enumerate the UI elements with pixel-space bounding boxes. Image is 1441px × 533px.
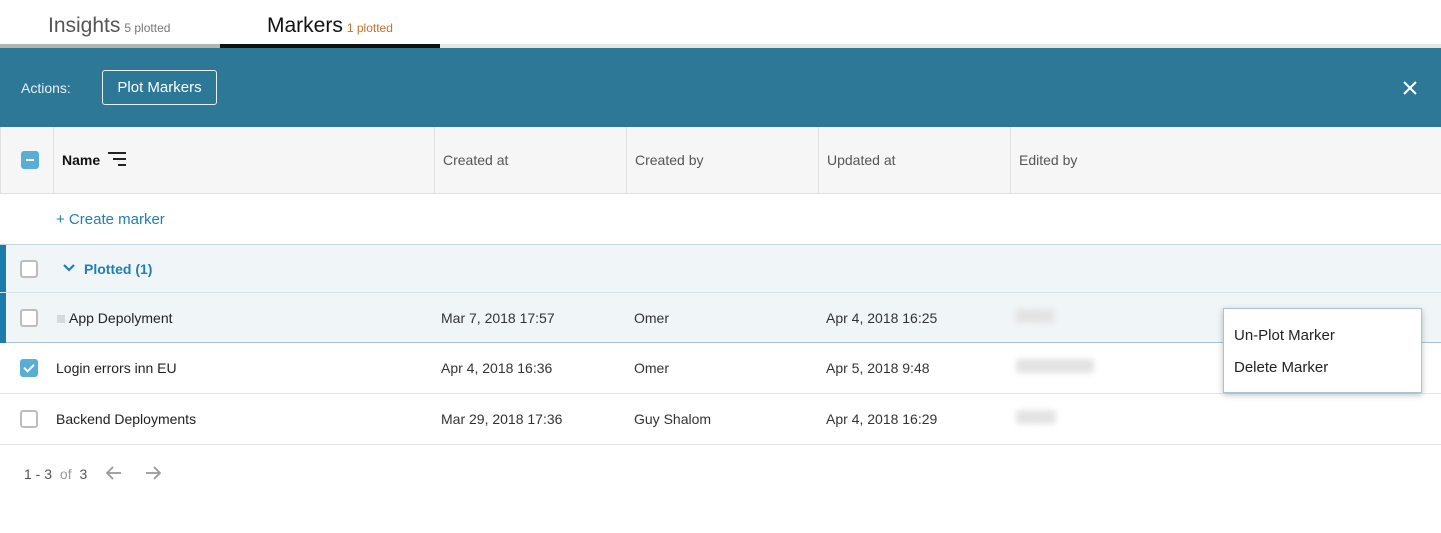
column-header-created-at[interactable]: Created at <box>434 127 627 194</box>
row-name: Login errors inn EU <box>56 360 177 376</box>
row-updated-at: Apr 5, 2018 9:48 <box>826 360 930 376</box>
pagination: 1 - 3 of 3 <box>24 466 162 482</box>
marker-color-swatch <box>57 315 65 323</box>
tab-markers-title: Markers <box>267 14 343 37</box>
arrow-left-icon[interactable] <box>104 463 124 483</box>
actions-bar: Actions: Plot Markers <box>0 48 1441 127</box>
create-marker-link[interactable]: + Create marker <box>56 211 165 228</box>
row-checkbox[interactable] <box>20 309 38 327</box>
context-menu: Un-Plot Marker Delete Marker <box>1223 308 1422 393</box>
close-icon[interactable] <box>1400 78 1420 98</box>
column-created-by-label: Created by <box>635 152 704 168</box>
arrow-right-icon[interactable] <box>143 463 163 483</box>
table-row[interactable]: Backend Deployments Mar 29, 2018 17:36 G… <box>0 394 1441 445</box>
column-created-at-label: Created at <box>443 152 509 168</box>
tab-bar: Insights 5 plotted Markers 1 plotted <box>0 0 1441 48</box>
row-checkbox[interactable] <box>20 410 38 428</box>
row-created-at: Apr 4, 2018 16:36 <box>441 360 553 376</box>
menu-item-unplot-marker[interactable]: Un-Plot Marker <box>1234 327 1335 344</box>
tab-insights-title: Insights <box>48 14 121 37</box>
row-checkbox[interactable] <box>20 359 38 377</box>
group-title[interactable]: Plotted (1) <box>84 261 152 277</box>
row-created-at: Mar 7, 2018 17:57 <box>441 310 555 326</box>
pagination-range: 1 - 3 <box>24 466 53 482</box>
tab-insights-label: Insights 5 plotted <box>48 14 170 38</box>
group-header[interactable]: Plotted (1) <box>0 245 1441 293</box>
column-edited-by-label: Edited by <box>1019 152 1078 168</box>
column-updated-at-label: Updated at <box>827 152 896 168</box>
column-header-created-by[interactable]: Created by <box>626 127 819 194</box>
tab-insights-count: 5 plotted <box>124 21 171 35</box>
row-created-by: Guy Shalom <box>634 411 712 427</box>
tab-markers[interactable]: Markers 1 plotted <box>220 0 440 48</box>
row-edited-by-blurred <box>1016 410 1056 424</box>
row-updated-at: Apr 4, 2018 16:29 <box>826 411 938 427</box>
row-name: Backend Deployments <box>56 411 197 427</box>
chevron-down-icon[interactable] <box>63 262 75 274</box>
header-select-cell <box>0 127 53 194</box>
row-created-by: Omer <box>634 310 669 326</box>
column-name-label: Name <box>62 152 101 168</box>
table-header: Name Created at Created by Updated at Ed… <box>0 127 1441 194</box>
row-edited-by-blurred <box>1016 359 1094 373</box>
group-checkbox[interactable] <box>20 260 38 278</box>
plot-markers-button[interactable]: Plot Markers <box>102 70 217 105</box>
column-header-updated-at[interactable]: Updated at <box>818 127 1011 194</box>
row-created-by: Omer <box>634 360 669 376</box>
actions-label: Actions: <box>21 80 71 96</box>
pagination-of: of <box>59 466 72 482</box>
column-header-name[interactable]: Name <box>53 127 435 194</box>
row-name: App Depolyment <box>69 310 173 326</box>
tab-markers-count: 1 plotted <box>346 21 393 35</box>
select-all-checkbox[interactable] <box>21 151 39 169</box>
row-edited-by-blurred <box>1016 309 1054 323</box>
column-header-edited-by[interactable]: Edited by <box>1010 127 1441 194</box>
tab-markers-label: Markers 1 plotted <box>267 14 393 38</box>
tab-insights[interactable]: Insights 5 plotted <box>0 0 220 48</box>
sort-icon[interactable] <box>108 152 126 166</box>
row-updated-at: Apr 4, 2018 16:25 <box>826 310 938 326</box>
row-created-at: Mar 29, 2018 17:36 <box>441 411 563 427</box>
pagination-total: 3 <box>79 466 88 482</box>
create-marker-row: + Create marker <box>0 194 1441 245</box>
menu-item-delete-marker[interactable]: Delete Marker <box>1234 359 1328 376</box>
